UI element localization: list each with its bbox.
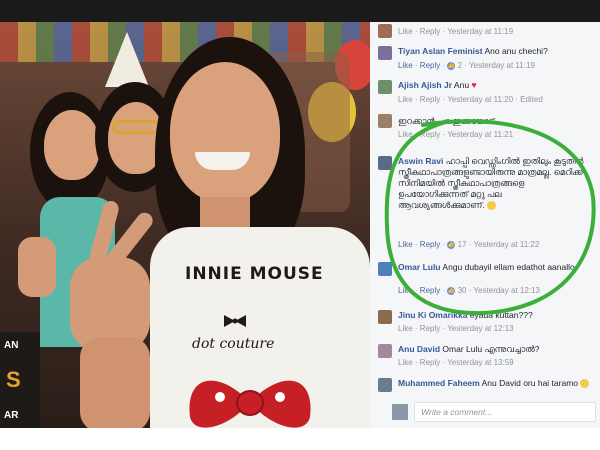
comment-body: Jinu Ki Omarikka eyada kuttan??? [398,310,594,321]
reply-link[interactable]: Reply [420,61,440,70]
write-comment-input[interactable]: Write a comment... [414,402,596,422]
comment-time[interactable]: Yesterday at 11:22 [473,240,539,249]
comment-text: ഇറക്കാൻ പറ ഇക്കയോട്. [398,116,497,126]
reply-link[interactable]: Reply [420,286,440,295]
main-girl-arm [80,337,150,428]
avatar[interactable] [378,114,392,128]
comment-item: Tiyan Aslan Feminist Ano anu chechi? Lik… [370,44,600,74]
comment-text: eyada kuttan??? [469,310,533,320]
comment-author[interactable]: Ajish Ajish Jr [398,80,452,90]
comment-body: ഇറക്കാൻ പറ ഇക്കയോട്. [398,116,594,127]
comment-author[interactable]: Jinu Ki Omarikka [398,310,467,320]
party-hat [105,32,149,87]
avatar[interactable] [378,378,392,392]
left-girl-hand [18,237,56,297]
comment-item: Jinu Ki Omarikka eyada kuttan??? Like · … [370,308,600,338]
comment-body: Omar Lulu Angu dubayil ellam edathot aan… [398,262,580,273]
avatar[interactable] [378,156,392,170]
like-badge-icon: 👍 [447,286,456,295]
avatar[interactable] [378,24,392,38]
heart-icon: ♥ [471,80,477,90]
write-comment-placeholder: Write a comment... [421,407,493,417]
comment-text: Omar Lulu എന്നുവച്ചാൽ? [442,344,540,354]
comment-item: Aswin Ravi ഹാപ്പി വെഡ്ഡിംഗിൽ ഇതിലും കൂടു… [370,154,600,256]
comment-item: Like · Reply · Yesterday at 11:19 [370,22,600,40]
comment-meta: Like · Reply · 👍 17 · Yesterday at 11:22 [398,240,540,249]
comments-panel[interactable]: Like · Reply · Yesterday at 11:19 Tiyan … [370,22,600,428]
avatar[interactable] [378,262,392,276]
comment-time[interactable]: Yesterday at 11:19 [469,61,535,70]
top-bar [0,0,600,22]
comment-text: Ano anu chechi? [484,46,548,56]
likes-count: 2 [457,61,463,70]
comment-body: Muhammed Faheem Anu David oru hai taramo [398,378,594,389]
party-photo: INNIE MOUSE dot couture AN S AR [0,22,370,428]
comment-item: Omar Lulu Angu dubayil ellam edathot aan… [370,260,600,300]
minnie-bow-graphic [189,380,311,428]
comment-item: ഇറക്കാൻ പറ ഇക്കയോട്. Like · Reply · Yest… [370,112,600,144]
smile-emoji-icon [580,379,590,389]
comment-author[interactable]: Aswin Ravi [398,156,443,166]
like-link[interactable]: Like [398,286,413,295]
like-link[interactable]: Like [398,240,413,249]
like-badge-icon: 👍 [447,240,456,249]
avatar[interactable] [378,344,392,358]
comment-text: Anu David oru hai taramo [481,378,579,388]
comment-meta[interactable]: Like · Reply · Yesterday at 11:21 [398,130,513,139]
comment-meta[interactable]: Like · Reply · Yesterday at 11:20 · Edit… [398,95,543,104]
likes-count: 30 [457,286,467,295]
comment-text: Anu [453,80,470,90]
like-link[interactable]: Like [398,61,413,70]
likes-count: 17 [457,240,467,249]
avatar[interactable] [378,310,392,324]
comment-body: Tiyan Aslan Feminist Ano anu chechi? [398,46,594,57]
comment-author[interactable]: Omar Lulu [398,262,441,272]
comment-body: Ajish Ajish Jr Anu ♥ [398,80,594,91]
bow-icon [224,315,246,327]
shirt-subtext: dot couture [192,336,275,352]
comment-meta: Like · Reply · 👍 30 · Yesterday at 12:13 [398,286,540,295]
reply-link[interactable]: Reply [420,240,440,249]
comment-meta[interactable]: Like · Reply · Yesterday at 12:13 [398,324,514,333]
left-girl-face [44,110,100,180]
poster-text: AR [4,410,19,421]
comment-item: Anu David Omar Lulu എന്നുവച്ചാൽ? Like · … [370,342,600,372]
comment-text: Angu dubayil ellam edathot aanallo [442,262,575,272]
comment-item: Ajish Ajish Jr Anu ♥ Like · Reply · Yest… [370,78,600,108]
bottom-bar [0,428,600,450]
current-user-avatar [392,404,408,420]
like-badge-icon: 👍 [447,61,456,70]
poster-text: AN [4,340,19,351]
smile-emoji-icon [486,201,496,211]
comment-author[interactable]: Anu David [398,344,440,354]
main-girl-face [170,62,280,202]
comment-body: Aswin Ravi ഹാപ്പി വെഡ്ഡിംഗിൽ ഇതിലും കൂടു… [398,156,588,211]
comment-author[interactable]: Muhammed Faheem [398,378,480,388]
avatar[interactable] [378,80,392,94]
comment-meta: Like · Reply · 👍 2 · Yesterday at 11:19 [398,61,535,70]
comment-author[interactable]: Tiyan Aslan Feminist [398,46,483,56]
sunglasses [112,120,162,134]
avatar[interactable] [378,46,392,60]
comment-meta[interactable]: Like · Reply · Yesterday at 11:19 [398,27,513,36]
comment-body: Anu David Omar Lulu എന്നുവച്ചാൽ? [398,344,594,355]
poster-text: S [6,367,21,392]
comment-meta[interactable]: Like · Reply · Yesterday at 13:59 [398,358,514,367]
shirt-text: INNIE MOUSE [185,264,324,284]
comment-time[interactable]: Yesterday at 12:13 [473,286,539,295]
